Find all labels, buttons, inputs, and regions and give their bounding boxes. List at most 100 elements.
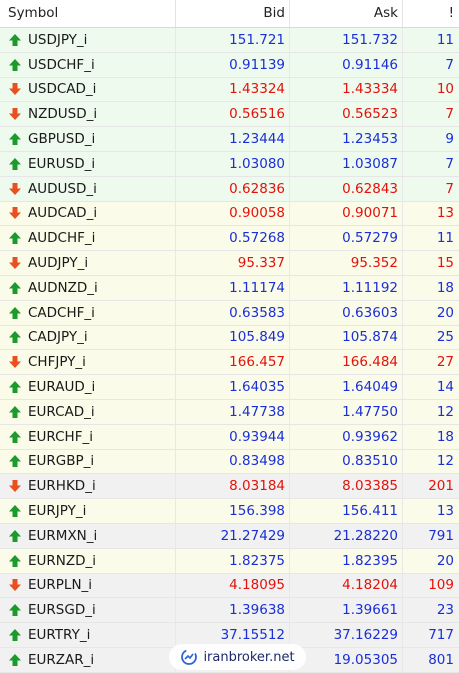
table-row[interactable]: USDCHF_i 0.91139 0.91146 7 [0,52,459,78]
table-row[interactable]: EURNZD_i 1.82375 1.82395 20 [0,548,459,574]
watermark: iranbroker.net [169,644,306,670]
symbol-cell: AUDUSD_i [0,176,176,201]
ask-cell: 0.63603 [290,300,403,325]
spread-cell: 15 [436,255,454,272]
symbol-label: EURHKD_i [28,478,96,495]
symbol-cell: CHFJPY_i [0,350,176,375]
column-header-symbol[interactable]: Symbol [0,0,176,27]
ask-cell: 1.39661 [290,598,403,623]
spread-cell: 27 [436,354,454,371]
ask-cell: 0.83510 [290,449,403,474]
bid-cell: 8.03184 [176,474,290,499]
ask-cell: 1.47750 [290,399,403,424]
table-row[interactable]: EURSGD_i 1.39638 1.39661 23 [0,598,459,624]
ask-cell: 19.05305 [290,647,403,672]
ask-cell: 0.62843 [290,176,403,201]
spread-cell: 7 [445,56,454,73]
arrow-up-icon [8,603,22,617]
arrow-down-icon [8,107,22,121]
table-row[interactable]: AUDJPY_i 95.337 95.352 15 [0,251,459,276]
arrow-up-icon [8,653,22,667]
ask-cell: 0.57279 [290,226,403,251]
table-row[interactable]: EURCHF_i 0.93944 0.93962 18 [0,424,459,450]
symbol-label: USDJPY_i [28,31,88,48]
table-row[interactable]: CADCHF_i 0.63583 0.63603 20 [0,300,459,326]
symbol-label: NZDUSD_i [28,106,98,123]
symbol-label: AUDNZD_i [28,279,98,296]
symbol-label: EURZAR_i [28,651,95,668]
symbol-label: EURNZD_i [28,552,97,569]
spread-cell: 7 [445,180,454,197]
table-row[interactable]: EURJPY_i 156.398 156.411 13 [0,499,459,524]
symbol-label: CHFJPY_i [28,354,86,371]
column-header-ask[interactable]: Ask [290,0,403,27]
symbol-cell: EURSGD_i [0,598,176,623]
table-row[interactable]: EURUSD_i 1.03080 1.03087 7 [0,151,459,177]
symbol-cell: AUDCHF_i [0,226,176,251]
ask-cell: 1.11192 [290,275,403,300]
arrow-down-icon [8,182,22,196]
spread-cell: 791 [428,527,454,544]
spread-cell: 10 [436,81,454,98]
table-row[interactable]: AUDCHF_i 0.57268 0.57279 11 [0,226,459,252]
symbol-cell: EURMXN_i [0,523,176,548]
symbol-cell: EURGBP_i [0,449,176,474]
bid-cell: 1.11174 [176,275,290,300]
table-row[interactable]: USDCAD_i 1.43324 1.43334 10 [0,77,459,103]
table-row[interactable]: EURGBP_i 0.83498 0.83510 12 [0,449,459,475]
table-row[interactable]: EURHKD_i 8.03184 8.03385 201 [0,474,459,500]
table-row[interactable]: EURPLN_i 4.18095 4.18204 109 [0,573,459,599]
bid-cell: 21.27429 [176,523,290,548]
symbol-label: AUDCHF_i [28,230,96,247]
bid-cell: 0.83498 [176,449,290,474]
symbol-label: CADJPY_i [28,329,88,346]
spread-cell: 20 [436,304,454,321]
arrow-up-icon [8,628,22,642]
table-row[interactable]: EURCAD_i 1.47738 1.47750 12 [0,399,459,425]
arrow-down-icon [8,479,22,493]
ask-cell: 0.56523 [290,102,403,127]
arrow-up-icon [8,430,22,444]
ask-cell: 151.732 [290,28,403,52]
table-row[interactable]: AUDUSD_i 0.62836 0.62843 7 [0,176,459,202]
table-row[interactable]: GBPUSD_i 1.23444 1.23453 9 [0,127,459,152]
bid-cell: 1.03080 [176,151,290,176]
table-row[interactable]: EURMXN_i 21.27429 21.28220 791 [0,523,459,549]
bid-cell: 1.39638 [176,598,290,623]
ask-cell: 105.874 [290,325,403,350]
arrow-up-icon [8,58,22,72]
symbol-cell: CADJPY_i [0,325,176,350]
table-row[interactable]: CHFJPY_i 166.457 166.484 27 [0,350,459,376]
spread-cell: 717 [428,627,454,644]
arrow-up-icon [8,554,22,568]
column-header-spread[interactable]: ! [403,0,459,27]
ask-cell: 95.352 [290,251,403,275]
chart-swirl-icon [181,649,198,665]
spread-cell: 18 [436,428,454,445]
table-row[interactable]: AUDCAD_i 0.90058 0.90071 13 [0,201,459,227]
ask-cell: 1.23453 [290,127,403,151]
table-row[interactable]: USDJPY_i 151.721 151.732 11 [0,28,459,53]
ask-cell: 156.411 [290,499,403,523]
table-row[interactable]: AUDNZD_i 1.11174 1.11192 18 [0,275,459,301]
symbol-label: EURPLN_i [28,577,93,594]
arrow-up-icon [8,33,22,47]
bid-cell: 0.63583 [176,300,290,325]
symbol-cell: EURZAR_i [0,647,176,672]
symbol-label: AUDUSD_i [28,180,97,197]
spread-cell: 12 [436,453,454,470]
bid-cell: 1.43324 [176,77,290,102]
table-row[interactable]: EURAUD_i 1.64035 1.64049 14 [0,375,459,400]
spread-cell: 18 [436,279,454,296]
arrow-up-icon [8,529,22,543]
ask-cell: 0.91146 [290,52,403,77]
arrow-up-icon [8,157,22,171]
table-row[interactable]: NZDUSD_i 0.56516 0.56523 7 [0,102,459,128]
table-row[interactable]: CADJPY_i 105.849 105.874 25 [0,325,459,351]
spread-cell: 11 [436,31,454,48]
column-header-bid[interactable]: Bid [176,0,290,27]
bid-cell: 95.337 [176,251,290,275]
spread-cell: 23 [436,602,454,619]
symbol-cell: EURJPY_i [0,499,176,523]
symbol-label: AUDCAD_i [28,205,98,222]
